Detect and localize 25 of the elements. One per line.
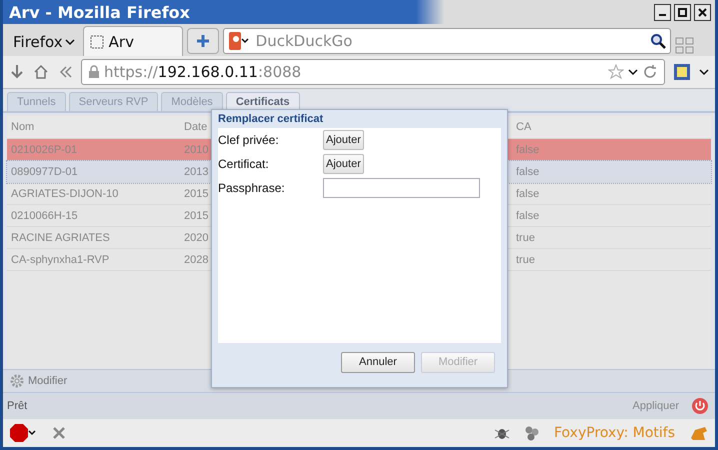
table-cell-text: CA-sphynxha1-RVP (10, 254, 110, 266)
table-cell-text: 2013 (183, 166, 208, 178)
table-cell-text: RACINE AGRIATES (10, 232, 111, 244)
table-cell-text: 2015 (183, 188, 208, 200)
url-text: https://192.168.0.11:8088 (104, 63, 302, 81)
table-cell-text: 2028 (183, 254, 208, 266)
window-title: Arv - Mozilla Firefox (9, 2, 191, 22)
field-label: Certificat: (218, 157, 270, 171)
table-cell-text: false (515, 166, 540, 178)
field-label: Passphrase: (218, 181, 286, 195)
table-cell-text: 2015 (183, 210, 208, 222)
table-cell-text: false (515, 210, 540, 222)
table-cell-text: 2010 (183, 144, 208, 156)
dialog-title: Remplacer certificat (218, 112, 324, 127)
table-cell-text: true (515, 232, 536, 244)
table-cell-text: false (515, 188, 540, 200)
table-cell-text: 0210026P-01 (10, 144, 78, 156)
table-cell-text: false (515, 144, 540, 156)
field-label: Clef privée: (218, 133, 280, 147)
table-cell-text: true (515, 254, 536, 266)
table-cell-text: 0890977D-01 (10, 166, 79, 178)
table-cell-text: 2020 (183, 232, 208, 244)
table-cell-text: 0210066H-15 (10, 210, 79, 222)
table-cell-text: AGRIATES-DIJON-10 (10, 188, 120, 200)
status-text: Prêt (7, 400, 28, 412)
